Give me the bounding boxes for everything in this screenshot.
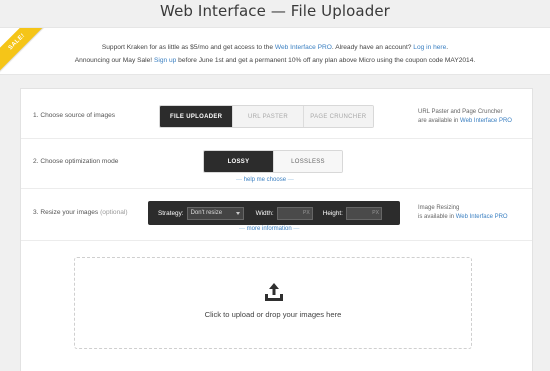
login-link[interactable]: Log in here [413, 44, 446, 51]
source-note-line: URL Paster and Page Cruncher [418, 109, 503, 115]
upload-dropzone[interactable]: Click to upload or drop your images here [74, 257, 472, 349]
resize-controls: Strategy: Don't resize Width: PX Height:… [148, 201, 400, 225]
dash-decoration: — [236, 177, 244, 183]
tab-url-paster[interactable]: URL PASTER [232, 106, 303, 127]
help-link-text[interactable]: help me choose [244, 177, 286, 183]
source-note: URL Paster and Page Cruncher are availab… [418, 108, 512, 125]
width-input[interactable]: PX [276, 206, 313, 220]
promo-line-1: Support Kraken for as little as $5/mo an… [0, 44, 550, 51]
source-note-line: are available in [418, 117, 461, 124]
resize-note-line: Image Resizing [418, 205, 460, 211]
promo-text: . [446, 44, 449, 51]
promo-line-2: Announcing our May Sale! Sign up before … [0, 57, 550, 64]
more-info-text[interactable]: more information [247, 226, 292, 232]
promo-banner: SALE! Support Kraken for as little as $5… [0, 27, 550, 75]
mode-lossless-button[interactable]: LOSSLESS [273, 151, 342, 172]
resize-note: Image Resizing is available in Web Inter… [418, 204, 508, 221]
promo-text: . Already have an account? [331, 44, 414, 51]
resize-pro-link[interactable]: Web Interface PRO [456, 214, 508, 220]
strategy-select[interactable]: Don't resize [186, 206, 244, 220]
resize-optional-text: (optional) [100, 209, 128, 216]
resize-note-line: is available in [418, 213, 456, 220]
page-title: Web Interface — File Uploader [160, 2, 390, 20]
promo-text: Support Kraken for as little as $5/mo an… [101, 44, 275, 51]
web-interface-pro-link[interactable]: Web Interface PRO [275, 44, 332, 51]
mode-lossy-button[interactable]: LOSSY [204, 151, 273, 172]
source-label: 1. Choose source of images [33, 112, 116, 119]
dash-decoration: — [239, 226, 247, 232]
more-information-link[interactable]: — more information — [239, 226, 299, 232]
help-me-choose-link[interactable]: — help me choose — [236, 177, 294, 183]
mode-label: 2. Choose optimization mode [33, 158, 119, 165]
dash-decoration: — [291, 226, 300, 232]
strategy-label: Strategy: [158, 209, 184, 217]
resize-label: 3. Resize your images (optional) [33, 209, 128, 216]
dash-decoration: — [286, 177, 294, 183]
source-selector: FILE UPLOADER URL PASTER PAGE CRUNCHER [159, 105, 374, 128]
chevron-down-icon [235, 211, 240, 215]
source-pro-link[interactable]: Web Interface PRO [460, 118, 512, 124]
resize-label-text: 3. Resize your images [33, 209, 99, 216]
height-input[interactable]: PX [345, 206, 382, 220]
promo-text: Announcing our May Sale! [74, 57, 154, 64]
sale-badge: SALE! [0, 28, 51, 74]
height-label: Height: [322, 209, 343, 217]
tab-page-cruncher[interactable]: PAGE CRUNCHER [302, 106, 373, 127]
mode-selector: LOSSY LOSSLESS [203, 150, 343, 173]
dropzone-text: Click to upload or drop your images here [204, 310, 342, 319]
strategy-value: Don't resize [190, 210, 223, 216]
width-label: Width: [255, 209, 274, 217]
tab-file-uploader[interactable]: FILE UPLOADER [160, 106, 233, 127]
signup-link[interactable]: Sign up [154, 57, 176, 64]
upload-tray-icon [265, 283, 283, 301]
promo-text: before June 1st and get a permanent 10% … [176, 57, 476, 64]
uploader-panel: 1. Choose source of images FILE UPLOADER… [20, 88, 533, 371]
